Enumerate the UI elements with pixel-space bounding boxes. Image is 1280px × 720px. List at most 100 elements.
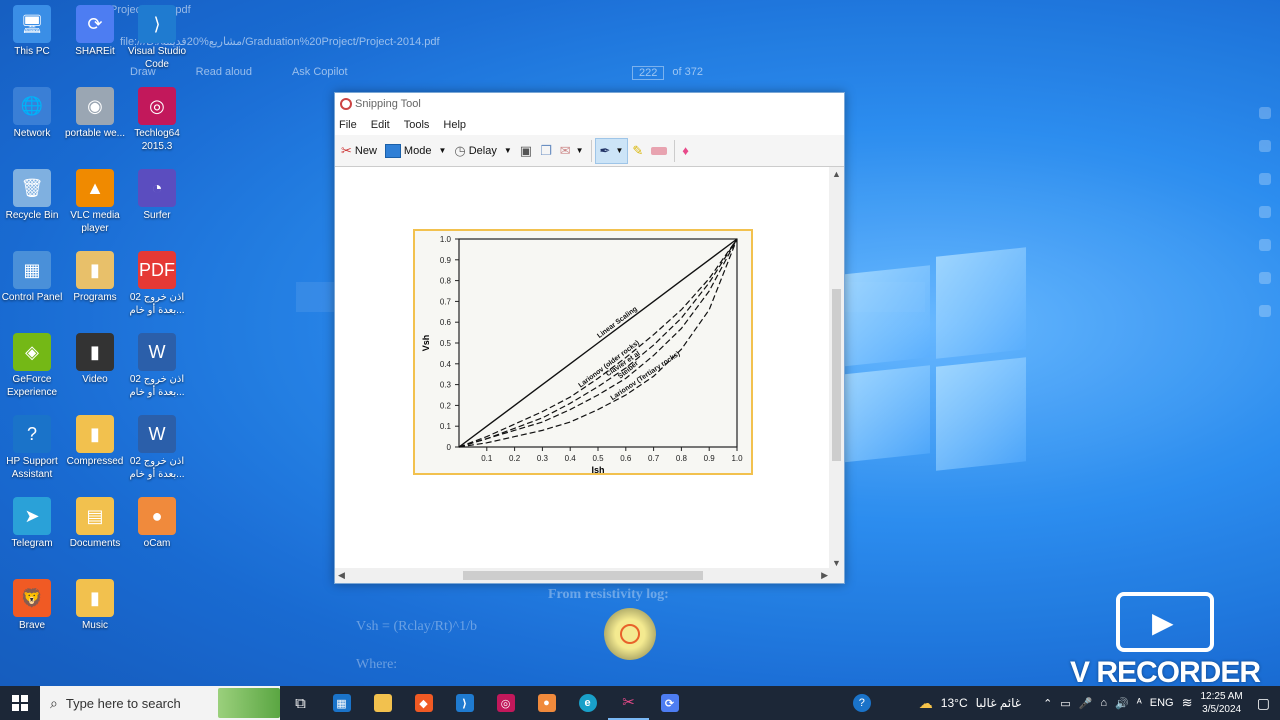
- paint3d-button[interactable]: ♦: [678, 138, 693, 164]
- desktop-icon[interactable]: 🗑 Recycle Bin: [0, 169, 64, 222]
- clock[interactable]: 12:25 AM 3/5/2024: [1201, 690, 1243, 716]
- scroll-up-icon[interactable]: ▲: [832, 169, 841, 179]
- language-indicator[interactable]: ENG: [1150, 697, 1174, 709]
- scroll-left-icon[interactable]: ◀: [338, 570, 345, 581]
- desktop-icon-label: Brave: [18, 620, 46, 631]
- keyboard-icon[interactable]: ᴬ: [1137, 697, 1142, 709]
- chevron-down-icon: ▼: [615, 146, 624, 155]
- pen-button[interactable]: ✒ ▼: [594, 137, 629, 164]
- desktop-icon[interactable]: 🌐 Network: [0, 87, 64, 140]
- ocam-icon: ●: [537, 694, 556, 712]
- mode-button[interactable]: Mode ▼: [381, 138, 450, 164]
- desktop-icon[interactable]: ◔ Surfer: [125, 169, 189, 222]
- sidebar-icon[interactable]: [1259, 140, 1271, 152]
- scroll-down-icon[interactable]: ▼: [832, 558, 841, 568]
- ask-copilot-button[interactable]: Ask Copilot: [292, 66, 348, 84]
- taskbar-snipping-tool[interactable]: ✂: [608, 686, 649, 720]
- desktop-icon[interactable]: ◉ portable we...: [63, 87, 127, 140]
- task-view-button[interactable]: ⧉: [280, 686, 321, 720]
- desktop-icon[interactable]: ▲ VLC media player: [63, 169, 127, 235]
- desktop-icon[interactable]: ▮ Programs: [63, 251, 127, 304]
- taskbar-edge[interactable]: e: [567, 686, 608, 720]
- taskbar-shareit[interactable]: ⟳: [649, 686, 690, 720]
- highlighter-icon: ✎: [632, 142, 644, 158]
- menu-tools[interactable]: Tools: [404, 115, 430, 135]
- taskbar-vscode[interactable]: ⟩: [444, 686, 485, 720]
- sidebar-icon[interactable]: [1259, 107, 1271, 119]
- desktop-icon[interactable]: PDF اذن خروج 02 ...بعدة أو خام: [125, 251, 189, 317]
- desktop-icon[interactable]: ▮ Compressed: [63, 415, 127, 468]
- sidebar-icon[interactable]: [1259, 206, 1271, 218]
- network-icon[interactable]: ⌂: [1100, 697, 1107, 709]
- desktop-icon[interactable]: 🦁 Brave: [0, 579, 64, 632]
- desktop-icon[interactable]: ▮ Music: [63, 579, 127, 632]
- menu-help[interactable]: Help: [443, 115, 466, 135]
- page-number-input[interactable]: 222: [632, 66, 665, 80]
- taskbar-store[interactable]: ▦: [321, 686, 362, 720]
- title-bar[interactable]: Snipping Tool: [335, 93, 844, 115]
- save-button[interactable]: ▣: [516, 138, 536, 164]
- desktop-icon[interactable]: 🖥 This PC: [0, 5, 64, 58]
- weather-temp[interactable]: 13°C: [941, 696, 968, 710]
- app-icon: 🖥: [13, 5, 51, 43]
- desktop-icon[interactable]: ▤ Documents: [63, 497, 127, 550]
- battery-icon[interactable]: ▭: [1060, 697, 1070, 710]
- desktop-icon[interactable]: W اذن خروج 02 ...بعدة أو خام: [125, 415, 189, 481]
- desktop-icon[interactable]: ◎ Techlog64 2015.3: [125, 87, 189, 153]
- desktop-icon[interactable]: ➤ Telegram: [0, 497, 64, 550]
- x-tick-label: 0.3: [537, 454, 549, 463]
- app-icon: ➤: [13, 497, 51, 535]
- sidebar-icon[interactable]: [1259, 272, 1271, 284]
- sidebar-icon[interactable]: [1259, 173, 1271, 185]
- chevron-up-icon[interactable]: ⌃: [1043, 697, 1052, 710]
- app-icon: ◉: [76, 87, 114, 125]
- taskbar-file-explorer[interactable]: [362, 686, 403, 720]
- x-tick-label: 1.0: [731, 454, 743, 463]
- send-button[interactable]: ✉ ▼: [556, 138, 588, 164]
- scroll-right-icon[interactable]: ▶: [821, 570, 828, 581]
- chevron-down-icon: ▼: [575, 146, 584, 155]
- desktop-icon[interactable]: ⟩ Visual Studio Code: [125, 5, 189, 71]
- menu-edit[interactable]: Edit: [371, 115, 390, 135]
- sidebar-icon[interactable]: [1259, 305, 1271, 317]
- series-label: Linear Scaling: [596, 306, 639, 340]
- weather-text[interactable]: غائم غالبا: [976, 696, 1021, 710]
- menu-file[interactable]: File: [339, 115, 357, 135]
- taskbar-brave[interactable]: ◆: [403, 686, 444, 720]
- hp-support-tray-icon[interactable]: ?: [852, 694, 871, 712]
- horizontal-scrollbar[interactable]: ◀ ▶: [335, 568, 831, 583]
- new-button[interactable]: ✂ New: [337, 138, 381, 164]
- desktop-icon[interactable]: ▦ Control Panel: [0, 251, 64, 304]
- horizontal-scroll-thumb[interactable]: [463, 571, 703, 580]
- wifi-icon[interactable]: ≋: [1182, 695, 1193, 711]
- clock-time: 12:25 AM: [1200, 691, 1243, 702]
- vertical-scrollbar[interactable]: ▲ ▼: [829, 167, 844, 570]
- delay-button[interactable]: ◷ Delay ▼: [450, 138, 515, 164]
- desktop-icon[interactable]: W اذن خروج 02 ...بعدة أو خام: [125, 333, 189, 399]
- vsh-chart: 0 0.1 0.2 0.3 0.4 0.5 0.6 0.7 0.8 0.9 1.0 0.1 0.2 0.3…: [421, 235, 743, 475]
- address-bar[interactable]: file:///D:/مشاريع%20قديمة/Graduation%20P…: [110, 32, 990, 52]
- desktop-icon[interactable]: ? HP Support Assistant: [0, 415, 64, 481]
- start-button[interactable]: [0, 686, 40, 720]
- taskbar-techlog[interactable]: ◎: [485, 686, 526, 720]
- highlighter-button[interactable]: ✎: [628, 138, 647, 164]
- copy-button[interactable]: ❐: [536, 138, 556, 164]
- read-aloud-button[interactable]: Read aloud: [196, 66, 252, 84]
- desktop-icon[interactable]: ⟳ SHAREit: [63, 5, 127, 58]
- notification-icon[interactable]: ▢: [1257, 695, 1270, 712]
- app-icon: ▮: [76, 415, 114, 453]
- desktop-icon[interactable]: ▮ Video: [63, 333, 127, 386]
- taskbar-search[interactable]: ⌕ Type here to search: [40, 686, 280, 720]
- microphone-icon[interactable]: 🎤: [1079, 697, 1093, 710]
- taskbar-ocam[interactable]: ●: [526, 686, 567, 720]
- vertical-scroll-thumb[interactable]: [832, 289, 841, 461]
- desktop-icon[interactable]: ◈ GeForce Experience: [0, 333, 64, 399]
- desktop-icon-label: oCam: [143, 538, 171, 549]
- eraser-button[interactable]: [647, 138, 671, 164]
- desktop-icon[interactable]: ● oCam: [125, 497, 189, 550]
- recorder-label: V RECORDER: [1069, 656, 1261, 689]
- sidebar-icon[interactable]: [1259, 239, 1271, 251]
- y-tick-label: 0.2: [440, 401, 452, 410]
- series-line: [458, 238, 738, 448]
- volume-icon[interactable]: 🔊: [1115, 697, 1129, 710]
